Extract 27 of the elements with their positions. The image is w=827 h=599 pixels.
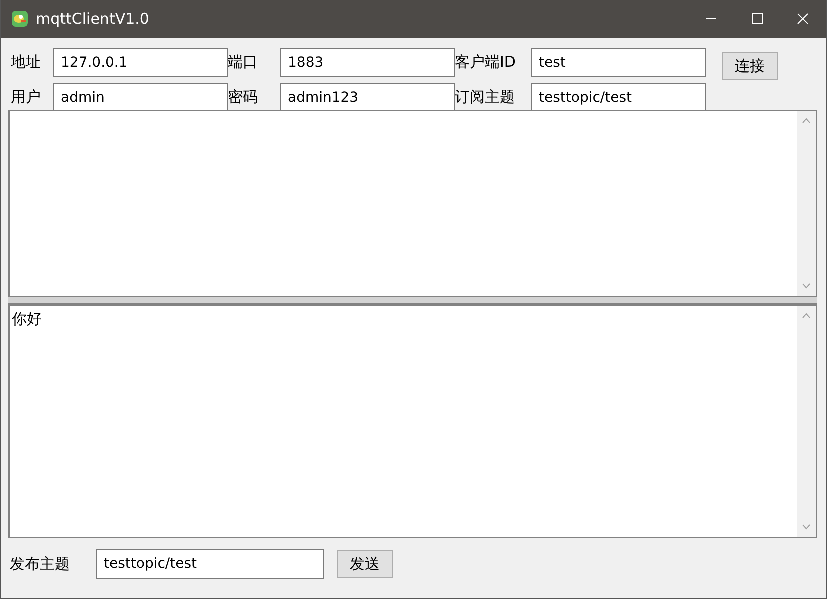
chevron-down-icon[interactable]	[802, 283, 811, 289]
scrollbar[interactable]	[797, 111, 816, 296]
text-field[interactable]: admin123	[280, 83, 455, 112]
window-title: mqttClientV1.0	[36, 10, 150, 28]
chevron-up-icon[interactable]	[802, 313, 811, 319]
field-label: 订阅主题	[455, 88, 516, 107]
text-field[interactable]: 1883	[280, 48, 455, 77]
field-label: 密码	[228, 88, 259, 107]
publish-label: 发布主题	[10, 554, 71, 574]
message-area[interactable]: 你好	[8, 305, 817, 538]
text-field[interactable]: testtopic/test	[531, 83, 706, 112]
field-label: 地址	[11, 53, 42, 72]
send-button[interactable]: 发送	[337, 550, 393, 578]
chevron-up-icon[interactable]	[802, 118, 811, 124]
field-label: 用户	[11, 88, 42, 107]
scrollbar[interactable]	[797, 306, 816, 537]
text-field[interactable]: test	[531, 48, 706, 77]
field-label: 客户端ID	[455, 53, 517, 72]
text-field[interactable]: admin	[53, 83, 228, 112]
publish-topic-field[interactable]: testtopic/test	[96, 549, 324, 579]
text-field[interactable]: 127.0.0.1	[53, 48, 228, 77]
message-text: 你好	[12, 310, 42, 328]
field-label: 端口	[228, 53, 259, 72]
log-area[interactable]	[8, 110, 817, 297]
chevron-down-icon[interactable]	[802, 524, 811, 530]
connect-button[interactable]: 连接	[722, 52, 778, 80]
splitter[interactable]	[8, 297, 817, 305]
